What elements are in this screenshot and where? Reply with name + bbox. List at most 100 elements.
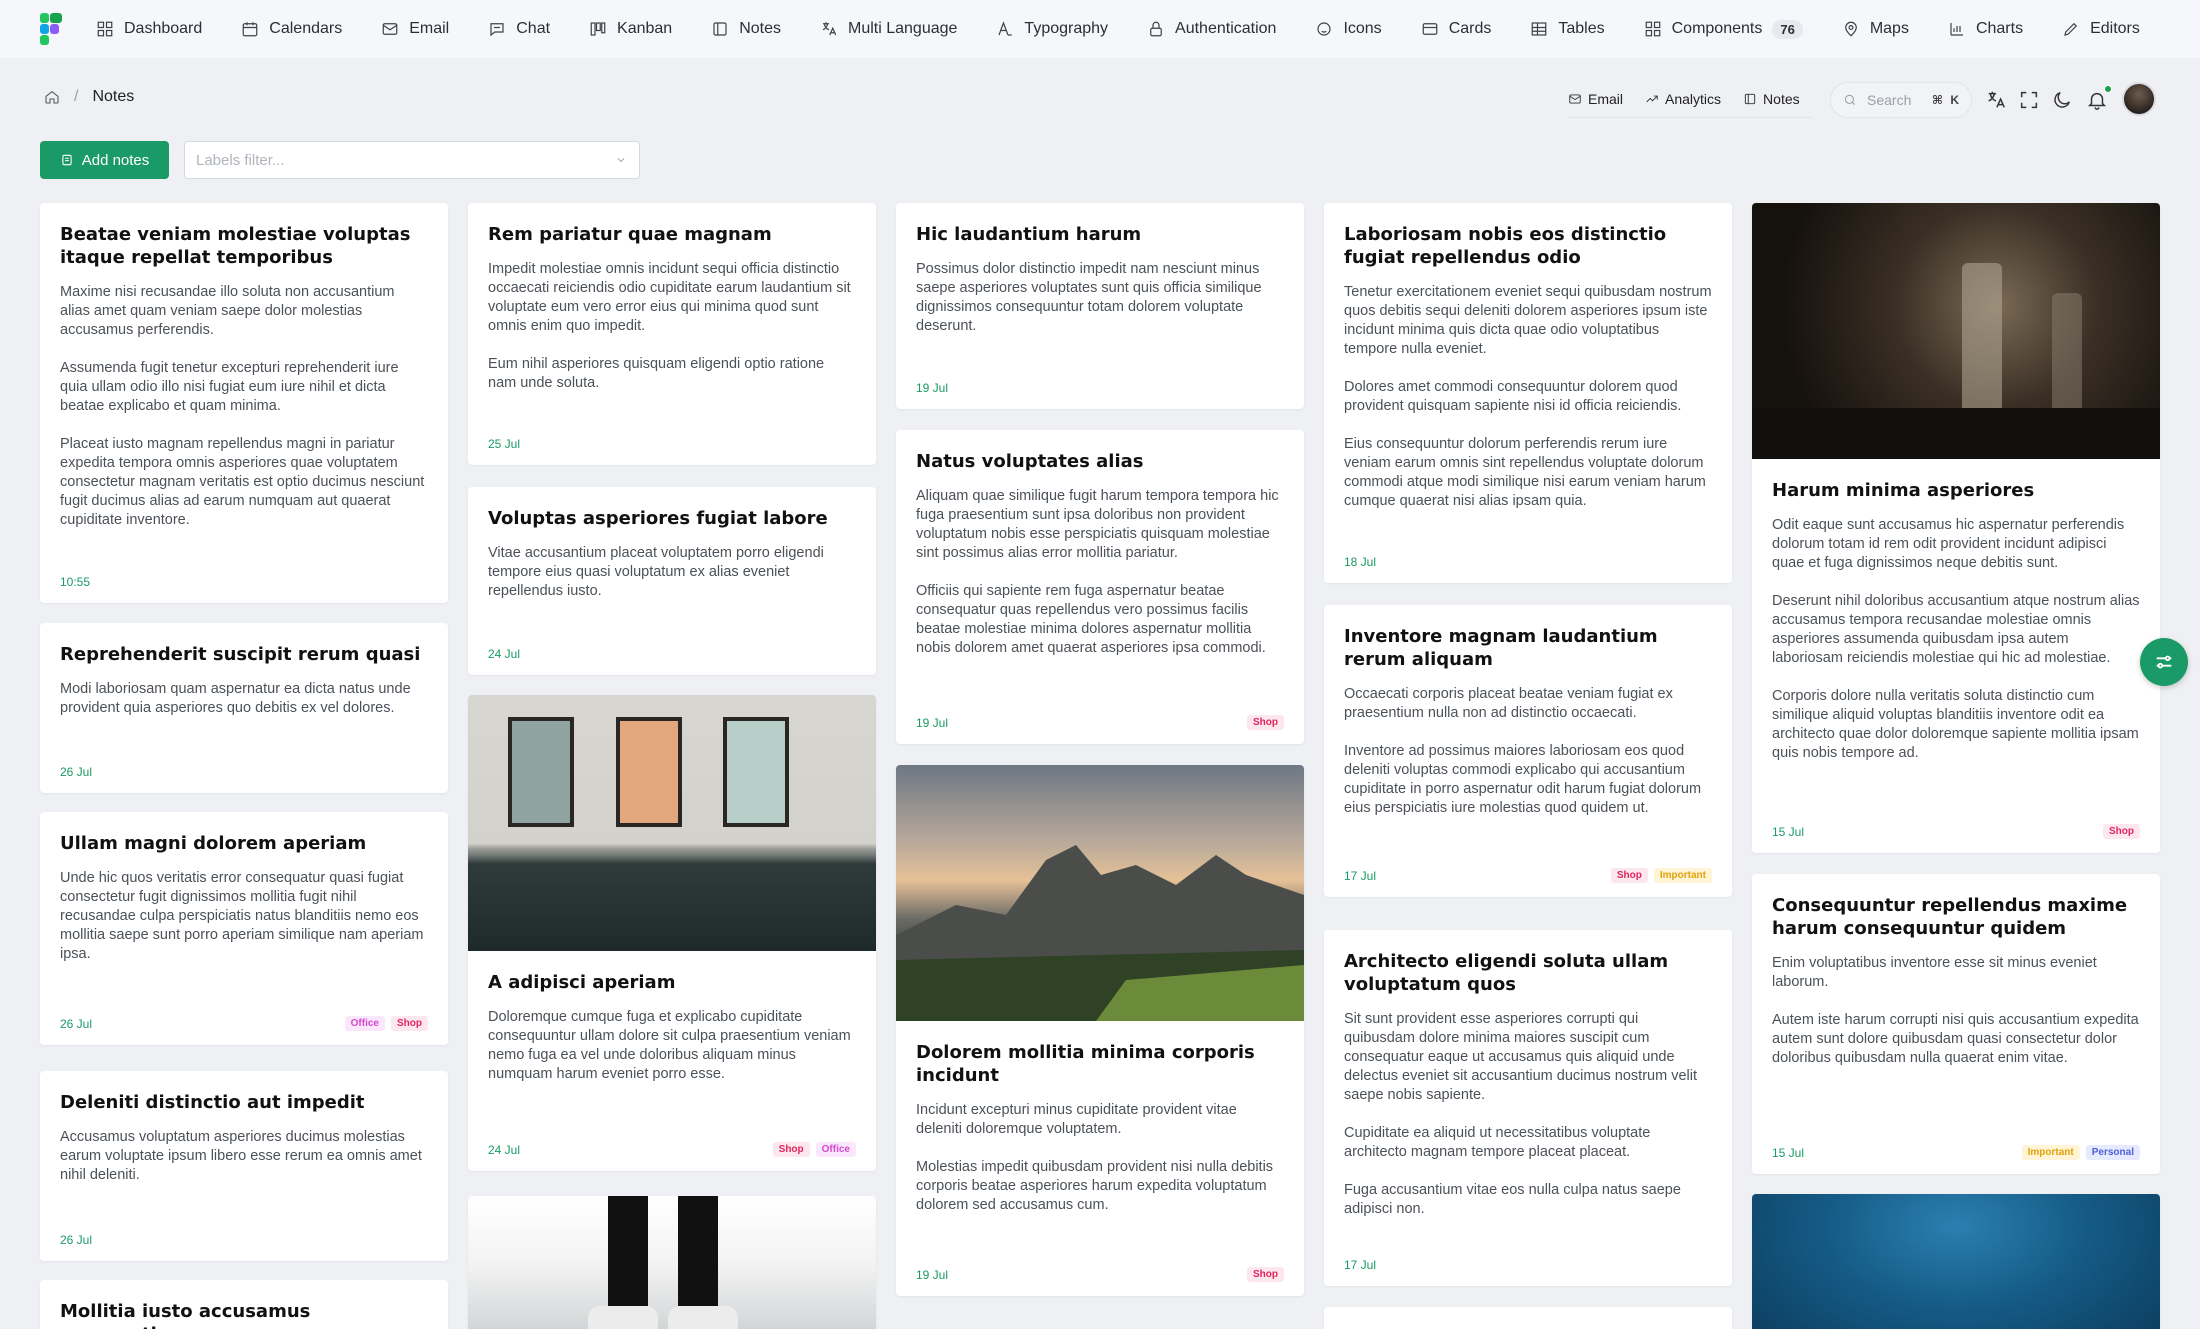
tag-personal[interactable]: Personal: [2085, 1145, 2140, 1160]
tag-important[interactable]: Important: [2021, 1145, 2080, 1160]
fullscreen-button[interactable]: [2018, 89, 2040, 111]
note-footer: 17 Jul Shop Important: [1344, 868, 1712, 883]
note-card[interactable]: Voluptas asperiores fugiat labore Vitae a…: [468, 487, 876, 675]
nav-item-icons[interactable]: Icons: [1315, 0, 1382, 58]
lock-icon: [1150, 21, 1162, 37]
language-button[interactable]: [1985, 89, 2007, 111]
quick-link-email[interactable]: Email: [1568, 91, 1623, 107]
note-add-icon: [62, 154, 72, 166]
note-date: 19 Jul: [916, 1267, 949, 1282]
note-date: 19 Jul: [916, 381, 949, 395]
note-paragraph: Eius consequuntur dolorum perferendis re…: [1344, 436, 1706, 509]
quick-link-label: Notes: [1763, 90, 1800, 107]
note-card[interactable]: Ullam magni dolorem aperiam Unde hic quos…: [40, 812, 448, 1045]
note-card[interactable]: Dolorem mollitia minima corporis incidun…: [896, 765, 1304, 1296]
nav-item-calendars[interactable]: Calendars: [241, 0, 342, 58]
note-paragraph: Autem iste harum corrupti nisi quis accu…: [1772, 1012, 2139, 1066]
note-paragraph: Aliquam quae similique fugit harum tempo…: [916, 488, 1279, 561]
settings-fab-button[interactable]: [2140, 638, 2188, 686]
nav-item-authentication[interactable]: Authentication: [1147, 0, 1276, 58]
image-card[interactable]: [468, 1196, 876, 1329]
home-icon[interactable]: [44, 89, 60, 105]
tag-shop[interactable]: Shop: [772, 1142, 810, 1157]
chart-icon: [1950, 23, 1963, 36]
note-card[interactable]: A adipisci aperiam Doloremque cumque fuga…: [468, 695, 876, 1171]
note-card[interactable]: Hic laudantium harum Possimus dolor disti…: [896, 203, 1304, 409]
translate-icon: [822, 22, 837, 36]
note-card[interactable]: Inventore magnam laudantium rerum aliqua…: [1324, 605, 1732, 897]
add-notes-button[interactable]: Add notes: [40, 141, 169, 179]
note-tags: Shop: [1247, 1267, 1284, 1282]
nav-item-label: Typography: [1024, 20, 1109, 37]
note-title: Voluptas asperiores fugiat labore: [488, 508, 828, 529]
tag-important[interactable]: Important: [1653, 868, 1712, 883]
nav-item-typography[interactable]: Typography: [996, 0, 1108, 58]
tag-shop[interactable]: Shop: [1247, 715, 1284, 730]
note-image: [468, 1196, 876, 1329]
tag-shop[interactable]: Shop: [391, 1016, 428, 1031]
note-title: Dolorem mollitia minima corporis incidun…: [916, 1042, 1255, 1086]
kanban-icon: [590, 22, 606, 36]
note-paragraph: Vitae accusantium placeat voluptatem por…: [488, 545, 824, 599]
nav-item-charts[interactable]: Charts: [1948, 0, 2023, 58]
note-card[interactable]: Beatae veniam molestiae voluptas itaque …: [40, 203, 448, 603]
image-card[interactable]: [1752, 1194, 2160, 1329]
nav-item-chat[interactable]: Chat: [488, 0, 550, 58]
quick-link-notes[interactable]: Notes: [1743, 91, 1800, 107]
search-shortcut: ⌘ K: [1931, 93, 1961, 107]
note-paragraph: Molestias impedit quibusdam provident ni…: [916, 1159, 1274, 1213]
search-input[interactable]: Search ⌘ K: [1830, 82, 1972, 118]
app-logo[interactable]: [40, 13, 62, 45]
note-card[interactable]: Reprehenderit suscipit rerum quasi Modi l…: [40, 623, 448, 793]
notifications-button[interactable]: [2086, 89, 2108, 111]
tag-shop[interactable]: Shop: [1247, 1267, 1284, 1282]
nav-item-editors[interactable]: Editors: [2062, 0, 2140, 58]
quick-link-analytics[interactable]: Analytics: [1645, 91, 1721, 107]
note-paragraph: Assumenda fugit tenetur excepturi repreh…: [60, 360, 399, 414]
note-footer: 24 Jul Shop Office: [488, 1142, 856, 1157]
notes-icon: [713, 22, 727, 36]
note-date: 26 Jul: [60, 1233, 93, 1247]
nav-item-label: Maps: [1869, 20, 1909, 37]
note-card[interactable]: Mollitia iusto accusamus accusantium: [40, 1280, 448, 1329]
note-card[interactable]: Natus voluptates alias Aliquam quae simil…: [896, 430, 1304, 744]
typography-icon: [998, 21, 1013, 36]
nav-item-kanban[interactable]: Kanban: [589, 0, 672, 58]
note-card-partial[interactable]: [1324, 1307, 1732, 1329]
note-tags: Important Personal: [2021, 1145, 2140, 1160]
note-card[interactable]: Architecto eligendi soluta ullam volupta…: [1324, 930, 1732, 1286]
theme-toggle[interactable]: [2051, 89, 2073, 111]
labels-filter-select[interactable]: Labels filter...: [184, 141, 640, 179]
nav-item-tables[interactable]: Tables: [1530, 0, 1605, 58]
note-title: Rem pariatur quae magnam: [488, 224, 772, 245]
note-card[interactable]: Deleniti distinctio aut impedit Accusamus…: [40, 1071, 448, 1261]
tag-office[interactable]: Office: [344, 1016, 385, 1031]
note-card[interactable]: Harum minima asperiores Odit eaque sunt a…: [1752, 203, 2160, 853]
nav-item-notes[interactable]: Notes: [711, 0, 781, 58]
note-card[interactable]: Rem pariatur quae magnam Impedit molestia…: [468, 203, 876, 465]
note-footer: 15 Jul Shop: [1772, 824, 2140, 839]
tag-shop[interactable]: Shop: [2103, 824, 2140, 839]
nav-item-label: Authentication: [1175, 20, 1277, 37]
avatar[interactable]: [2122, 82, 2156, 116]
nav-item-maps[interactable]: Maps: [1842, 0, 1909, 58]
note-card[interactable]: Consequuntur repellendus maxime harum co…: [1752, 874, 2160, 1174]
note-paragraph: Odit eaque sunt accusamus hic aspernatur…: [1772, 517, 2125, 571]
nav-item-email[interactable]: Email: [381, 0, 449, 58]
breadcrumb-current: Notes: [92, 88, 135, 105]
nav-item-label: Notes: [739, 20, 781, 37]
search-icon: [1844, 94, 1856, 106]
note-image: [468, 695, 876, 951]
note-title: Beatae veniam molestiae voluptas itaque …: [60, 224, 411, 268]
nav-item-label: Multi Language: [848, 20, 958, 37]
tag-shop[interactable]: Shop: [1610, 868, 1648, 883]
note-card[interactable]: Laboriosam nobis eos distinctio fugiat r…: [1324, 203, 1732, 583]
nav-item-cards[interactable]: Cards: [1421, 0, 1491, 58]
note-tags: Shop Important: [1610, 868, 1712, 883]
nav-item-multi-language[interactable]: Multi Language: [820, 0, 957, 58]
note-paragraph: Incidunt excepturi minus cupiditate prov…: [916, 1102, 1237, 1137]
tag-office[interactable]: Office: [815, 1142, 856, 1157]
note-date: 18 Jul: [1344, 555, 1377, 569]
nav-item-components[interactable]: Components 76: [1644, 0, 1803, 58]
nav-item-dashboard[interactable]: Dashboard: [96, 0, 202, 58]
